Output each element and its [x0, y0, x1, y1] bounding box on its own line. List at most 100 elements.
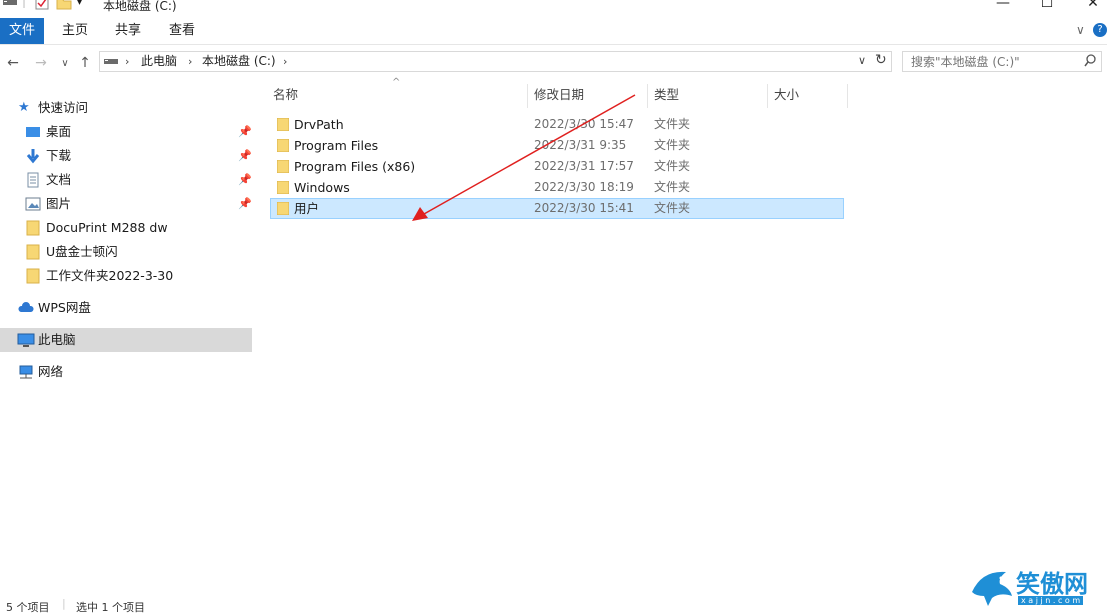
help-icon[interactable]: ?	[1093, 23, 1107, 37]
drive-icon	[2, 0, 18, 11]
column-divider[interactable]	[647, 84, 648, 108]
ribbon-expand-icon[interactable]: ∨	[1076, 23, 1085, 37]
nav-quick-access[interactable]: ★ 快速访问	[0, 96, 252, 120]
search-input[interactable]	[903, 52, 1081, 71]
nav-label: 工作文件夹2022-3-30	[46, 268, 174, 283]
file-name: Program Files	[294, 138, 379, 153]
nav-recent-folder[interactable]: U盘金士顿闪	[0, 240, 252, 264]
separator: |	[22, 0, 27, 8]
column-divider[interactable]	[527, 84, 528, 108]
nav-pictures[interactable]: 图片 📌	[0, 192, 252, 216]
file-date: 2022/3/31 17:57	[534, 159, 634, 173]
close-button[interactable]: ✕	[1070, 0, 1107, 12]
navigation-pane: ★ 快速访问 桌面 📌 下载 📌 文档 📌 图片 📌 DocuPrint M28…	[0, 80, 253, 597]
nav-network[interactable]: 网络	[0, 360, 252, 384]
file-row[interactable]: Program Files (x86) 2022/3/31 17:57 文件夹	[270, 156, 844, 177]
sort-ascending-icon: ^	[392, 77, 401, 88]
tab-file[interactable]: 文件	[0, 18, 44, 44]
nav-desktop[interactable]: 桌面 📌	[0, 120, 252, 144]
watermark-text: 笑傲网	[1016, 570, 1088, 598]
file-type: 文件夹	[654, 138, 691, 152]
shark-logo-icon	[968, 562, 1014, 610]
customize-toolbar-icon[interactable]: ▾	[77, 0, 82, 8]
file-date: 2022/3/30 15:41	[534, 201, 634, 215]
file-row[interactable]: Program Files 2022/3/31 9:35 文件夹	[270, 135, 844, 156]
tab-view[interactable]: 查看	[157, 18, 207, 44]
file-date: 2022/3/31 9:35	[534, 138, 627, 152]
nav-label: DocuPrint M288 dw	[46, 220, 168, 235]
pin-icon[interactable]: 📌	[238, 125, 252, 138]
search-icon[interactable]	[1084, 53, 1097, 71]
column-header-date[interactable]: 修改日期	[534, 84, 584, 108]
cloud-icon	[17, 300, 34, 316]
breadcrumb-local-disk[interactable]: 本地磁盘 (C:)	[202, 52, 276, 71]
pin-icon[interactable]: 📌	[238, 197, 252, 210]
breadcrumb-separator-icon[interactable]: ›	[188, 52, 192, 71]
nav-label: 文档	[46, 172, 72, 187]
breadcrumb-this-pc[interactable]: 此电脑	[141, 52, 177, 71]
new-folder-icon[interactable]	[56, 0, 72, 13]
forward-icon[interactable]: →	[32, 54, 50, 72]
nav-documents[interactable]: 文档 📌	[0, 168, 252, 192]
search-box[interactable]	[902, 51, 1102, 72]
nav-downloads[interactable]: 下载 📌	[0, 144, 252, 168]
nav-label: 快速访问	[38, 100, 89, 115]
nav-label: 网络	[38, 364, 64, 379]
back-icon[interactable]: ←	[4, 54, 22, 72]
nav-recent-folder[interactable]: DocuPrint M288 dw	[0, 216, 252, 240]
status-bar: 5 个项目 | 选中 1 个项目	[0, 597, 600, 614]
file-type: 文件夹	[654, 201, 691, 215]
column-divider[interactable]	[847, 84, 848, 108]
address-dropdown-icon[interactable]: ∨	[858, 54, 866, 67]
nav-label: 下载	[46, 148, 72, 163]
file-type: 文件夹	[654, 180, 691, 194]
file-name: 用户	[294, 201, 320, 216]
nav-this-pc[interactable]: 此电脑	[0, 328, 252, 352]
file-name: Program Files (x86)	[294, 159, 416, 174]
maximize-button[interactable]: ☐	[1024, 0, 1070, 12]
picture-icon	[25, 196, 41, 212]
pin-icon[interactable]: 📌	[238, 149, 252, 162]
nav-label: U盘金士顿闪	[46, 244, 118, 259]
file-row-selected[interactable]: 用户 2022/3/30 15:41 文件夹	[270, 198, 844, 219]
folder-icon	[276, 117, 290, 132]
tab-share[interactable]: 共享	[103, 18, 153, 44]
status-selected-count: 选中 1 个项目	[76, 601, 145, 614]
nav-wps-cloud[interactable]: WPS网盘	[0, 296, 252, 320]
document-icon	[25, 172, 41, 188]
star-icon: ★	[18, 100, 30, 115]
breadcrumb-separator-icon[interactable]: ›	[283, 52, 287, 71]
address-bar[interactable]: › 此电脑 › 本地磁盘 (C:) › ∨	[99, 51, 892, 72]
column-header-type[interactable]: 类型	[654, 84, 679, 108]
file-name: Windows	[294, 180, 350, 195]
nav-label: 此电脑	[38, 332, 76, 347]
ribbon-tabs: 文件 主页 共享 查看 ∨ ?	[0, 18, 1107, 45]
watermark: 笑傲网 x a j j n . c o m	[968, 560, 1107, 607]
folder-icon	[276, 159, 290, 174]
up-icon[interactable]: ↑	[76, 54, 94, 72]
tab-home[interactable]: 主页	[50, 18, 100, 44]
folder-icon	[276, 180, 290, 195]
pin-icon[interactable]: 📌	[238, 173, 252, 186]
folder-icon	[276, 138, 290, 153]
nav-recent-folder[interactable]: 工作文件夹2022-3-30	[0, 264, 252, 288]
refresh-icon[interactable]: ↻	[875, 52, 887, 68]
folder-icon	[25, 220, 41, 236]
file-row[interactable]: Windows 2022/3/30 18:19 文件夹	[270, 177, 844, 198]
drive-icon	[103, 55, 119, 70]
window-title: 本地磁盘 (C:)	[103, 0, 177, 13]
column-header-size[interactable]: 大小	[774, 84, 799, 108]
minimize-button[interactable]: —	[980, 0, 1026, 12]
folder-icon	[25, 268, 41, 284]
column-divider[interactable]	[767, 84, 768, 108]
properties-icon[interactable]	[35, 0, 49, 13]
status-item-count: 5 个项目	[6, 601, 50, 614]
network-icon	[17, 364, 33, 380]
file-row[interactable]: DrvPath 2022/3/30 15:47 文件夹	[270, 114, 844, 135]
recent-locations-icon[interactable]: ∨	[56, 54, 74, 72]
nav-label: 桌面	[46, 124, 72, 139]
status-divider: |	[62, 597, 66, 610]
file-type: 文件夹	[654, 117, 691, 131]
column-header-name[interactable]: 名称	[273, 84, 298, 108]
breadcrumb-separator-icon[interactable]: ›	[125, 52, 129, 71]
